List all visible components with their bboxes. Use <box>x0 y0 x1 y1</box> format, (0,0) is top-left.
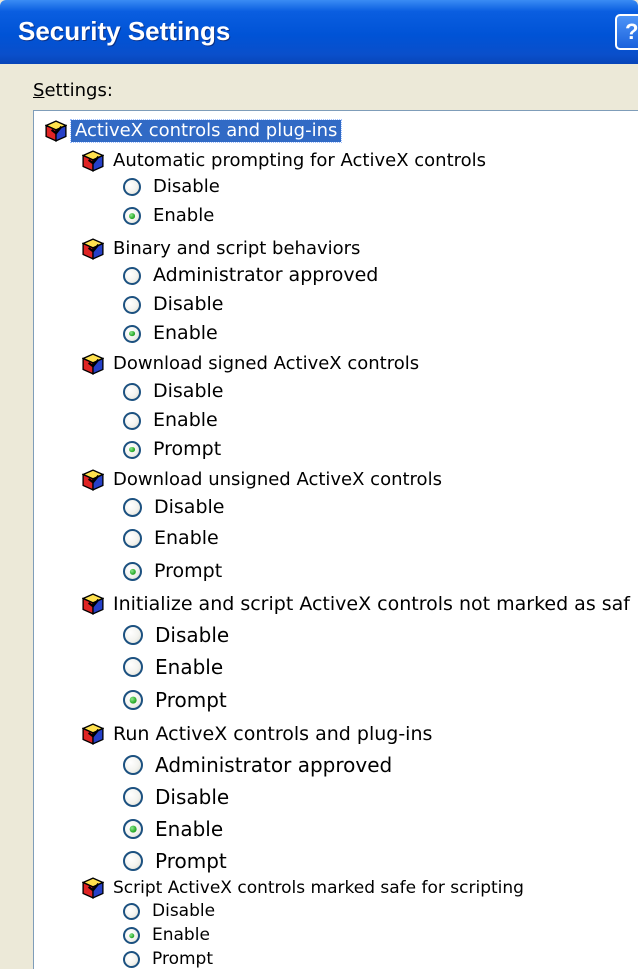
category-label: ActiveX controls and plug-ins <box>69 119 343 143</box>
radio-unchecked-icon[interactable] <box>123 498 142 517</box>
security-setting-cube-icon <box>82 877 104 899</box>
option-initialize-and-script-activex-controls-not-marked-as-saf-prompt[interactable]: Prompt <box>123 690 227 710</box>
security-setting-cube-icon <box>82 353 104 375</box>
radio-checked-icon[interactable] <box>123 690 143 710</box>
settings-label: Settings: <box>33 80 113 101</box>
radio-unchecked-icon[interactable] <box>123 625 143 645</box>
option-label: Disable <box>152 901 216 921</box>
settings-tree[interactable]: ActiveX controls and plug-ins Automatic p… <box>33 110 638 969</box>
setting-script-activex-controls-marked-safe-for-scripting[interactable]: Script ActiveX controls marked safe for … <box>82 877 524 899</box>
option-label: Prompt <box>152 949 213 969</box>
setting-label: Run ActiveX controls and plug-ins <box>113 722 433 745</box>
option-script-activex-controls-marked-safe-for-scripting-enable[interactable]: Enable <box>123 927 210 944</box>
tree-category-activex[interactable]: ActiveX controls and plug-ins <box>45 119 343 143</box>
option-label: Disable <box>153 293 224 315</box>
option-label: Enable <box>153 205 215 226</box>
security-setting-cube-icon <box>82 723 104 745</box>
help-button[interactable]: ? <box>615 14 638 50</box>
option-script-activex-controls-marked-safe-for-scripting-prompt[interactable]: Prompt <box>123 951 213 968</box>
option-run-activex-controls-and-plug-ins-disable[interactable]: Disable <box>123 787 229 807</box>
option-label: Disable <box>154 496 225 518</box>
option-label: Enable <box>155 655 224 679</box>
option-initialize-and-script-activex-controls-not-marked-as-saf-disable[interactable]: Disable <box>123 625 229 645</box>
radio-checked-icon[interactable] <box>123 819 143 839</box>
setting-download-unsigned-activex-controls[interactable]: Download unsigned ActiveX controls <box>82 469 442 491</box>
option-label: Prompt <box>153 438 222 460</box>
option-run-activex-controls-and-plug-ins-administrator-approved[interactable]: Administrator approved <box>123 755 392 775</box>
option-script-activex-controls-marked-safe-for-scripting-disable[interactable]: Disable <box>123 903 215 920</box>
window-title: Security Settings <box>18 16 231 46</box>
option-run-activex-controls-and-plug-ins-prompt[interactable]: Prompt <box>123 851 227 871</box>
option-label: Enable <box>153 409 218 431</box>
option-label: Prompt <box>154 560 223 582</box>
security-setting-cube-icon <box>82 150 104 172</box>
setting-label: Initialize and script ActiveX controls n… <box>113 592 630 615</box>
option-download-signed-activex-controls-disable[interactable]: Disable <box>123 382 223 401</box>
radio-checked-icon[interactable] <box>123 207 141 225</box>
option-binary-and-script-behaviors-enable[interactable]: Enable <box>123 324 218 343</box>
option-label: Disable <box>155 785 230 809</box>
option-automatic-prompting-for-activex-controls-disable[interactable]: Disable <box>123 178 220 196</box>
option-label: Prompt <box>155 849 227 873</box>
radio-unchecked-icon[interactable] <box>123 903 140 920</box>
radio-unchecked-icon[interactable] <box>123 657 143 677</box>
setting-label: Download signed ActiveX controls <box>113 353 420 374</box>
radio-unchecked-icon[interactable] <box>123 382 141 401</box>
option-binary-and-script-behaviors-disable[interactable]: Disable <box>123 295 223 314</box>
radio-unchecked-icon[interactable] <box>123 755 143 775</box>
radio-unchecked-icon[interactable] <box>123 529 142 548</box>
security-setting-cube-icon <box>45 120 67 142</box>
settings-label-accelerator: S <box>33 80 45 101</box>
setting-download-signed-activex-controls[interactable]: Download signed ActiveX controls <box>82 353 419 375</box>
option-label: Prompt <box>155 688 227 712</box>
option-download-signed-activex-controls-enable[interactable]: Enable <box>123 411 218 430</box>
security-settings-window: Security Settings ? Settings: ActiveX co… <box>0 0 638 969</box>
setting-label: Download unsigned ActiveX controls <box>113 469 442 490</box>
option-download-unsigned-activex-controls-prompt[interactable]: Prompt <box>123 562 222 581</box>
radio-unchecked-icon[interactable] <box>123 787 143 807</box>
option-label: Administrator approved <box>153 264 379 286</box>
setting-run-activex-controls-and-plug-ins[interactable]: Run ActiveX controls and plug-ins <box>82 723 432 745</box>
radio-unchecked-icon[interactable] <box>123 411 141 430</box>
setting-initialize-and-script-activex-controls-not-marked-as-saf[interactable]: Initialize and script ActiveX controls n… <box>82 593 630 615</box>
setting-label: Binary and script behaviors <box>113 238 361 259</box>
radio-unchecked-icon[interactable] <box>123 266 141 285</box>
option-label: Enable <box>152 925 210 945</box>
radio-unchecked-icon[interactable] <box>123 951 140 968</box>
option-download-unsigned-activex-controls-enable[interactable]: Enable <box>123 529 219 548</box>
setting-label: Automatic prompting for ActiveX controls <box>113 150 487 171</box>
setting-label: Script ActiveX controls marked safe for … <box>113 877 524 898</box>
setting-binary-and-script-behaviors[interactable]: Binary and script behaviors <box>82 238 360 260</box>
radio-checked-icon[interactable] <box>123 324 141 343</box>
radio-unchecked-icon[interactable] <box>123 295 141 314</box>
option-download-signed-activex-controls-prompt[interactable]: Prompt <box>123 440 221 459</box>
setting-automatic-prompting-for-activex-controls[interactable]: Automatic prompting for ActiveX controls <box>82 150 486 172</box>
security-setting-cube-icon <box>82 238 104 260</box>
option-automatic-prompting-for-activex-controls-enable[interactable]: Enable <box>123 207 214 225</box>
radio-checked-icon[interactable] <box>123 562 142 581</box>
security-setting-cube-icon <box>82 593 104 615</box>
option-download-unsigned-activex-controls-disable[interactable]: Disable <box>123 498 224 517</box>
title-bar[interactable]: Security Settings ? <box>0 0 638 64</box>
option-label: Disable <box>155 623 230 647</box>
option-label: Disable <box>153 176 220 197</box>
option-label: Enable <box>153 322 218 344</box>
option-label: Enable <box>155 817 224 841</box>
option-label: Disable <box>153 380 224 402</box>
radio-checked-icon[interactable] <box>123 440 141 459</box>
security-setting-cube-icon <box>82 469 104 491</box>
settings-label-text: ettings: <box>44 80 113 101</box>
option-binary-and-script-behaviors-administrator-approved[interactable]: Administrator approved <box>123 266 378 285</box>
option-label: Administrator approved <box>155 753 393 777</box>
radio-unchecked-icon[interactable] <box>123 851 143 871</box>
radio-checked-icon[interactable] <box>123 927 140 944</box>
radio-unchecked-icon[interactable] <box>123 178 141 196</box>
option-initialize-and-script-activex-controls-not-marked-as-saf-enable[interactable]: Enable <box>123 657 223 677</box>
option-run-activex-controls-and-plug-ins-enable[interactable]: Enable <box>123 819 223 839</box>
option-label: Enable <box>154 527 219 549</box>
